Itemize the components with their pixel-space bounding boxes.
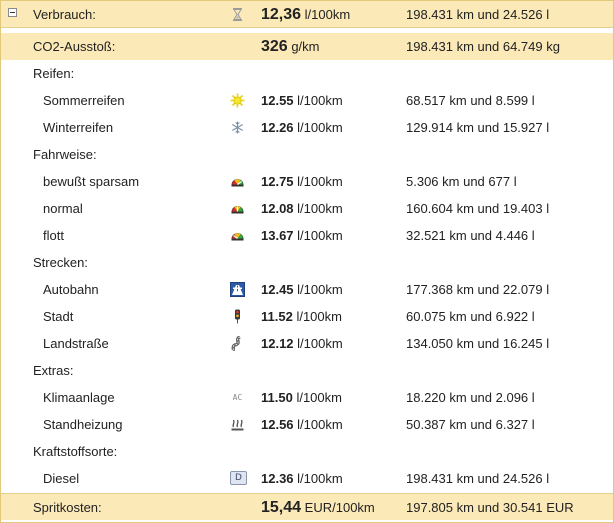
sun-icon	[230, 93, 245, 108]
group-header-fahrweise: Fahrweise:	[33, 147, 97, 162]
fuel-costs-row: Spritkosten: 15,44 EUR/100km 197.805 km …	[1, 493, 613, 520]
list-item: Standheizung 12.56 l/100km 50.387 km und…	[43, 417, 535, 432]
ac-icon: AC	[232, 393, 243, 402]
list-item: flott 13.67 l/100km 32.521 km und 4.446 …	[43, 228, 535, 243]
list-item: Klimaanlage AC 11.50 l/100km 18.220 km u…	[43, 390, 535, 405]
heater-icon	[230, 417, 245, 432]
co2-value: 326 g/km	[261, 38, 320, 55]
co2-row: CO2-Ausstoß: 326 g/km 198.431 km und 64.…	[1, 33, 613, 60]
collapse-toggle-icon[interactable]	[8, 8, 17, 17]
traffic-light-icon	[230, 309, 245, 324]
consumption-detail: 198.431 km und 24.526 l	[406, 7, 550, 22]
hourglass-icon	[230, 7, 245, 22]
consumption-label: Verbrauch:	[33, 7, 96, 22]
diesel-icon: D	[230, 471, 247, 485]
list-item: Landstraße 12.12 l/100km 134.050 km und …	[43, 336, 550, 351]
list-item: Autobahn 12.45 l/100km 177.368 km und 22…	[43, 282, 550, 297]
consumption-value: 12,36 l/100km	[261, 6, 351, 23]
co2-label: CO2-Ausstoß:	[33, 39, 116, 54]
list-item: Sommerreifen 12.55 l/100km 68.517 km und…	[43, 93, 535, 108]
list-item: Winterreifen 12.26 l/100km 129.914 km un…	[43, 120, 550, 135]
group-header-extras: Extras:	[33, 363, 74, 378]
list-item: bewußt sparsam 12.75 l/100km 5.306 km un…	[43, 174, 517, 189]
speedometer-red-icon	[230, 228, 245, 243]
autobahn-icon	[230, 282, 245, 297]
fuel-costs-label: Spritkosten:	[33, 500, 102, 515]
winding-road-icon	[230, 336, 245, 351]
list-item: normal 12.08 l/100km 160.604 km und 19.4…	[43, 201, 550, 216]
snowflake-icon	[230, 120, 245, 135]
consumption-statistics-panel: Verbrauch: 12,36 l/100km 198.431 km und …	[0, 0, 614, 523]
group-header-kraftstoffsorte: Kraftstoffsorte:	[33, 444, 118, 459]
co2-detail: 198.431 km und 64.749 kg	[406, 39, 560, 54]
group-header-reifen: Reifen:	[33, 66, 75, 81]
fuel-costs-detail: 197.805 km und 30.541 EUR	[406, 500, 574, 515]
fuel-costs-value: 15,44 EUR/100km	[261, 499, 375, 516]
list-item: Diesel D 12.36 l/100km 198.431 km und 24…	[43, 471, 550, 486]
speedometer-green-icon	[230, 174, 245, 189]
list-item: Stadt 11.52 l/100km 60.075 km und 6.922 …	[43, 309, 535, 324]
consumption-row[interactable]: Verbrauch: 12,36 l/100km 198.431 km und …	[1, 1, 613, 28]
speedometer-yellow-icon	[230, 201, 245, 216]
group-header-strecken: Strecken:	[33, 255, 88, 270]
